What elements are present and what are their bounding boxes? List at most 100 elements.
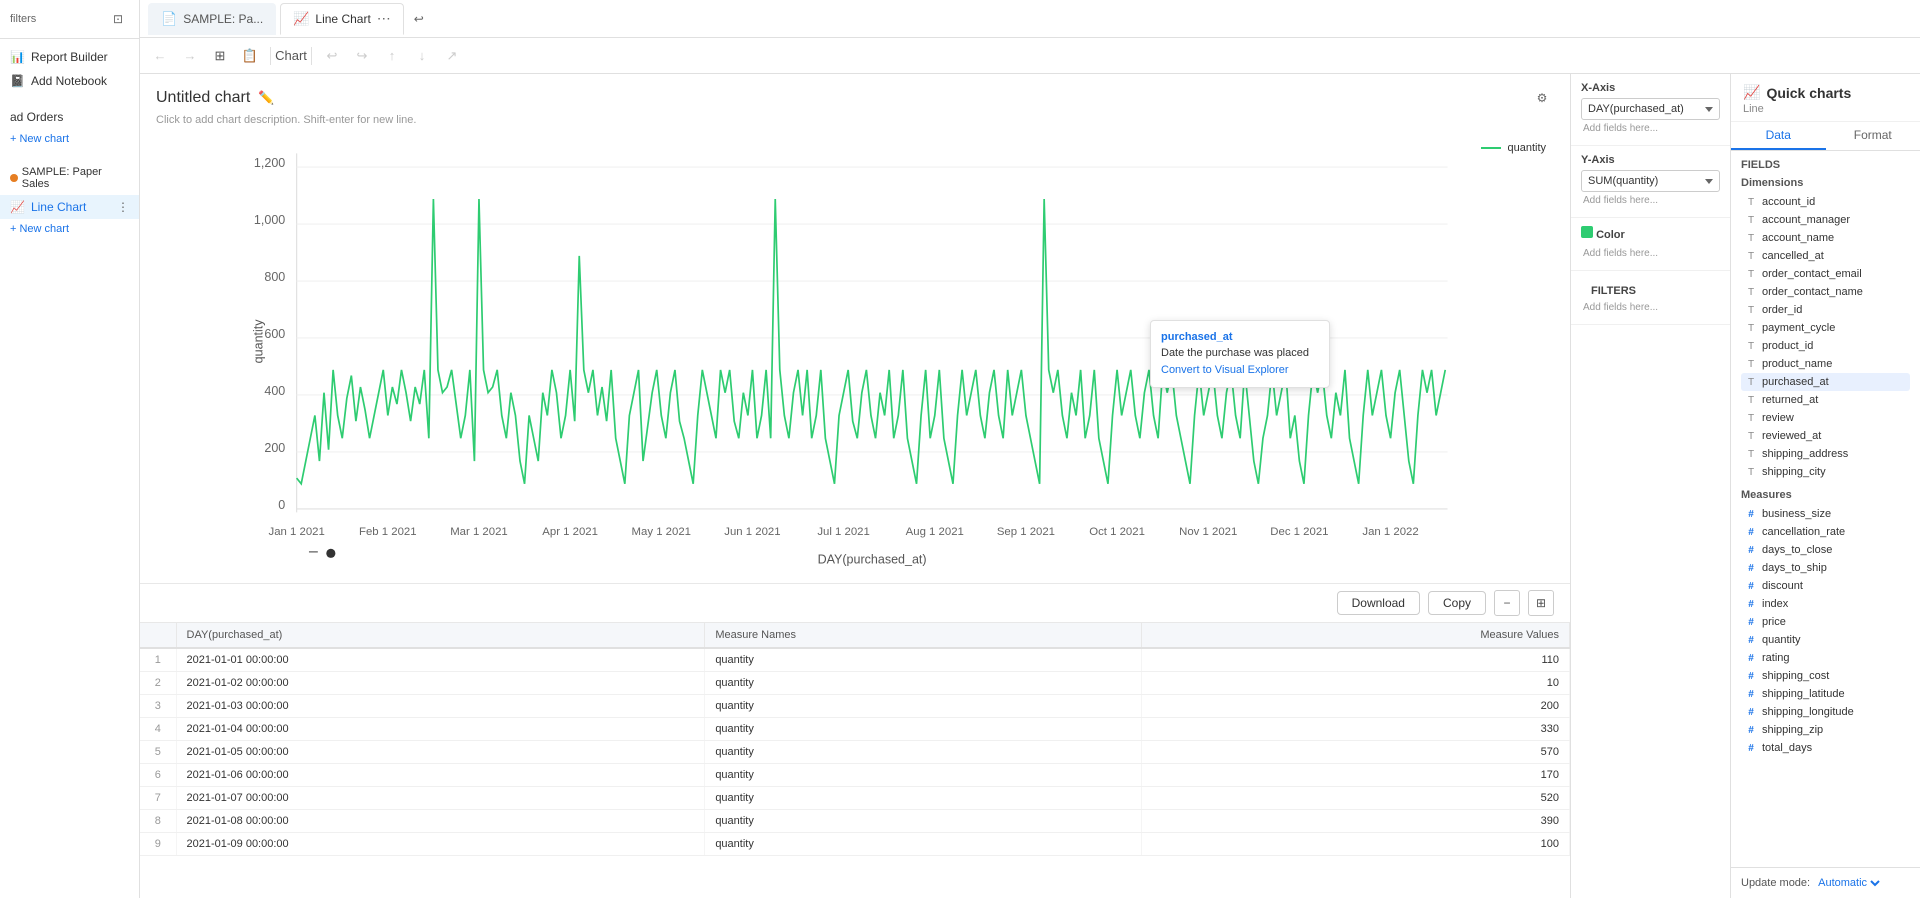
text-icon: T bbox=[1745, 232, 1757, 244]
measure-field-cancellation_rate[interactable]: #cancellation_rate bbox=[1741, 523, 1910, 541]
dimension-field-order_id[interactable]: Torder_id bbox=[1741, 301, 1910, 319]
measure-icon: # bbox=[1745, 544, 1757, 556]
sidebar-item-add-notebook[interactable]: 📓 Add Notebook bbox=[0, 69, 139, 93]
qc-subtitle: Line bbox=[1743, 101, 1908, 117]
color-indicator bbox=[1581, 226, 1593, 238]
dimension-field-account_name[interactable]: Taccount_name bbox=[1741, 229, 1910, 247]
dimension-field-order_contact_name[interactable]: Torder_contact_name bbox=[1741, 283, 1910, 301]
dimension-field-product_id[interactable]: Tproduct_id bbox=[1741, 337, 1910, 355]
dimension-field-order_contact_email[interactable]: Torder_contact_email bbox=[1741, 265, 1910, 283]
copy-btn[interactable]: Copy bbox=[1428, 591, 1486, 615]
text-icon: T bbox=[1745, 286, 1757, 298]
forward-btn[interactable]: → bbox=[178, 44, 202, 68]
update-mode-select[interactable]: Automatic Manual bbox=[1814, 876, 1883, 890]
measure-field-quantity[interactable]: #quantity bbox=[1741, 631, 1910, 649]
sidebar-new-chart-1[interactable]: + New chart bbox=[0, 129, 139, 149]
sidebar-collapse-btn[interactable]: ⊡ bbox=[107, 8, 129, 30]
row-date: 2021-01-06 00:00:00 bbox=[176, 764, 705, 787]
dimension-field-account_id[interactable]: Taccount_id bbox=[1741, 193, 1910, 211]
dimension-field-cancelled_at[interactable]: Tcancelled_at bbox=[1741, 247, 1910, 265]
move-down-btn[interactable]: ↓ bbox=[410, 44, 434, 68]
field-label: rating bbox=[1762, 652, 1790, 664]
expand-table-btn[interactable]: ⊞ bbox=[1528, 590, 1554, 616]
back-btn[interactable]: ← bbox=[148, 44, 172, 68]
x-axis-select[interactable]: DAY(purchased_at) bbox=[1581, 98, 1720, 120]
update-mode-label: Update mode: bbox=[1741, 877, 1810, 889]
x-axis-add-fields[interactable]: Add fields here... bbox=[1581, 120, 1720, 137]
table-row: 3 2021-01-03 00:00:00 quantity 200 bbox=[140, 695, 1570, 718]
measure-field-shipping_longitude[interactable]: #shipping_longitude bbox=[1741, 703, 1910, 721]
undo-btn[interactable]: ↩ bbox=[320, 44, 344, 68]
dimension-field-payment_cycle[interactable]: Tpayment_cycle bbox=[1741, 319, 1910, 337]
tab-more-btn[interactable]: ⋯ bbox=[377, 10, 391, 27]
dimension-field-account_manager[interactable]: Taccount_manager bbox=[1741, 211, 1910, 229]
measure-field-rating[interactable]: #rating bbox=[1741, 649, 1910, 667]
qc-tab-data[interactable]: Data bbox=[1731, 122, 1826, 150]
dimension-field-shipping_city[interactable]: Tshipping_city bbox=[1741, 463, 1910, 481]
row-num: 1 bbox=[140, 648, 176, 672]
dimension-field-returned_at[interactable]: Treturned_at bbox=[1741, 391, 1910, 409]
chart-settings-btn[interactable]: ⚙ bbox=[1530, 86, 1554, 110]
field-label: returned_at bbox=[1762, 394, 1818, 406]
measure-field-days_to_ship[interactable]: #days_to_ship bbox=[1741, 559, 1910, 577]
svg-text:1,200: 1,200 bbox=[254, 156, 285, 170]
sidebar-new-chart-2[interactable]: + New chart bbox=[0, 219, 139, 239]
dimension-field-purchased_at[interactable]: Tpurchased_at bbox=[1741, 373, 1910, 391]
chart-subtitle[interactable]: Click to add chart description. Shift-en… bbox=[140, 114, 1570, 134]
edit-title-icon[interactable]: ✏️ bbox=[258, 90, 274, 106]
dimension-field-shipping_address[interactable]: Tshipping_address bbox=[1741, 445, 1910, 463]
field-label: business_size bbox=[1762, 508, 1831, 520]
col-day[interactable]: DAY(purchased_at) bbox=[176, 623, 705, 648]
row-measure: quantity bbox=[705, 718, 1142, 741]
qc-tab-format[interactable]: Format bbox=[1826, 122, 1920, 150]
measure-field-price[interactable]: #price bbox=[1741, 613, 1910, 631]
table-row: 9 2021-01-09 00:00:00 quantity 100 bbox=[140, 833, 1570, 856]
chart-text: Chart bbox=[275, 48, 307, 63]
text-icon: T bbox=[1745, 214, 1757, 226]
y-axis-select[interactable]: SUM(quantity) bbox=[1581, 170, 1720, 192]
field-label: cancelled_at bbox=[1762, 250, 1824, 262]
sidebar-item-report-builder[interactable]: 📊 Report Builder bbox=[0, 45, 139, 69]
sidebar-item-line-chart[interactable]: 📈 Line Chart ⋮ bbox=[0, 195, 139, 219]
measure-field-total_days[interactable]: #total_days bbox=[1741, 739, 1910, 757]
field-label: cancellation_rate bbox=[1762, 526, 1845, 538]
data-table-area: Download Copy − ⊞ DAY(purchased_at) Meas… bbox=[140, 584, 1570, 898]
measure-field-business_size[interactable]: #business_size bbox=[1741, 505, 1910, 523]
dimension-field-reviewed_at[interactable]: Treviewed_at bbox=[1741, 427, 1910, 445]
dimension-field-review[interactable]: Treview bbox=[1741, 409, 1910, 427]
add-tab-btn[interactable]: ↩ bbox=[408, 8, 430, 30]
collapse-table-btn[interactable]: − bbox=[1494, 590, 1520, 616]
chart-title[interactable]: Untitled chart bbox=[156, 89, 250, 107]
row-measure: quantity bbox=[705, 672, 1142, 695]
color-add-fields[interactable]: Add fields here... bbox=[1581, 245, 1720, 262]
y-axis-add-fields[interactable]: Add fields here... bbox=[1581, 192, 1720, 209]
move-up-btn[interactable]: ↑ bbox=[380, 44, 404, 68]
measure-field-discount[interactable]: #discount bbox=[1741, 577, 1910, 595]
more-options-icon[interactable]: ⋮ bbox=[117, 200, 129, 214]
sidebar-section-top: 📊 Report Builder 📓 Add Notebook bbox=[0, 39, 139, 99]
field-label: order_contact_email bbox=[1762, 268, 1862, 280]
measure-field-days_to_close[interactable]: #days_to_close bbox=[1741, 541, 1910, 559]
share-btn[interactable]: 📋 bbox=[238, 44, 262, 68]
table-row: 6 2021-01-06 00:00:00 quantity 170 bbox=[140, 764, 1570, 787]
move-out-btn[interactable]: ↗ bbox=[440, 44, 464, 68]
measure-field-shipping_latitude[interactable]: #shipping_latitude bbox=[1741, 685, 1910, 703]
chart-svg: 1,200 1,000 800 600 400 200 0 bbox=[156, 142, 1554, 575]
measure-icon: # bbox=[1745, 688, 1757, 700]
filters-add-fields[interactable]: Add fields here... bbox=[1581, 299, 1720, 316]
measure-field-index[interactable]: #index bbox=[1741, 595, 1910, 613]
tab-line-chart[interactable]: 📈 Line Chart ⋯ bbox=[280, 3, 404, 35]
download-btn[interactable]: Download bbox=[1337, 591, 1420, 615]
tab-sample-pa[interactable]: 📄 SAMPLE: Pa... bbox=[148, 3, 276, 35]
measure-field-shipping_cost[interactable]: #shipping_cost bbox=[1741, 667, 1910, 685]
line-chart-label: Line Chart bbox=[31, 200, 86, 214]
redo-btn[interactable]: ↪ bbox=[350, 44, 374, 68]
measure-field-shipping_zip[interactable]: #shipping_zip bbox=[1741, 721, 1910, 739]
svg-text:Feb 1 2021: Feb 1 2021 bbox=[359, 526, 417, 538]
sidebar-item-ad-orders[interactable]: ad Orders bbox=[0, 105, 139, 129]
sidebar-notebook-label: Add Notebook bbox=[31, 74, 107, 88]
dimension-field-product_name[interactable]: Tproduct_name bbox=[1741, 355, 1910, 373]
col-measure-values[interactable]: Measure Values bbox=[1142, 623, 1570, 648]
col-measure-names[interactable]: Measure Names bbox=[705, 623, 1142, 648]
duplicate-btn[interactable]: ⊞ bbox=[208, 44, 232, 68]
